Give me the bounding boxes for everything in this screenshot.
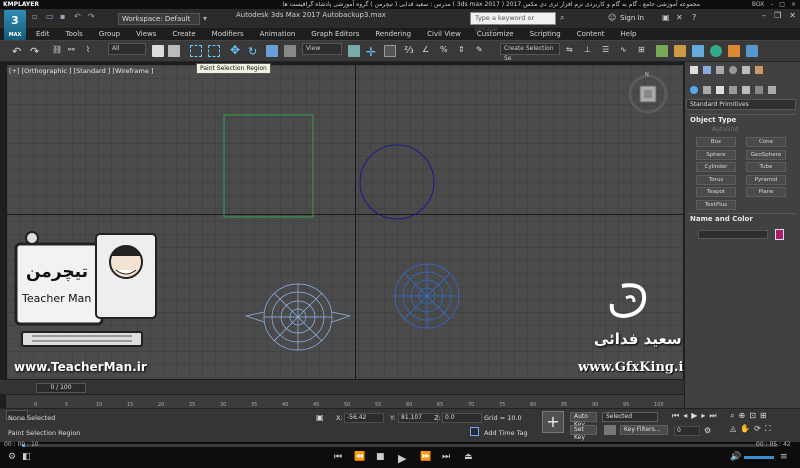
elapsed-time: 00 : 00 : 10	[4, 441, 39, 448]
gfxking-logo-art	[609, 283, 647, 319]
selected-dropdown[interactable]: Selected	[602, 412, 658, 422]
lights-icon[interactable]	[716, 86, 724, 94]
player-3d-icon[interactable]: ◧	[22, 452, 31, 462]
teacherman-brand: تیچرمن	[26, 262, 88, 282]
create-teapot-button[interactable]: Teapot	[696, 187, 736, 197]
time-config-icon[interactable]: ⚙	[704, 426, 711, 435]
geometry-icon[interactable]	[690, 86, 698, 94]
zoom-all-icon[interactable]: ⊕	[738, 411, 745, 421]
name-color-rollout[interactable]: Name and Color	[688, 213, 796, 223]
display-tab-icon[interactable]	[742, 66, 750, 74]
create-tab-icon[interactable]	[690, 66, 698, 74]
x-coord-field[interactable]: -56.42	[344, 413, 384, 423]
name-color-title: Name and Color	[690, 215, 753, 223]
create-sphere-button[interactable]: Sphere	[696, 149, 736, 160]
create-pyramid-button[interactable]: Pyramid	[746, 174, 786, 185]
create-cone-button[interactable]: Cone	[746, 137, 786, 147]
player-stop-icon[interactable]: ■	[376, 452, 385, 462]
viewcube	[628, 74, 668, 114]
player-play-icon[interactable]: ▶	[398, 452, 406, 465]
object-type-rollout[interactable]: Object Type	[688, 114, 796, 124]
play-icon[interactable]: ▶	[691, 411, 697, 421]
go-start-icon[interactable]: ⏮	[672, 411, 679, 421]
rectangle-object	[223, 114, 314, 218]
key-filters-button[interactable]: Key Filters...	[620, 425, 668, 435]
object-color-swatch[interactable]	[775, 229, 784, 240]
playback-controls: ⏮ ◂ ▶ ▸ ⏭	[672, 411, 717, 421]
zoom-extents-icon[interactable]: ⊡	[749, 411, 756, 421]
player-settings-icon[interactable]: ⚙	[8, 452, 16, 462]
teapot-object	[244, 283, 352, 351]
zoom-icon[interactable]: ⌕	[730, 411, 734, 421]
y-label: Y:	[390, 414, 396, 422]
modify-tab-icon[interactable]	[703, 66, 711, 74]
create-tube-button[interactable]: Tube	[746, 162, 786, 172]
fov-icon[interactable]: ◬	[730, 424, 736, 434]
motion-tab-icon[interactable]	[729, 66, 737, 74]
go-end-icon[interactable]: ⏭	[709, 411, 716, 421]
y-coord-field[interactable]: 81.107	[398, 413, 438, 423]
cameras-icon[interactable]	[729, 86, 737, 94]
time-slider-bar[interactable]	[0, 380, 684, 394]
prompt-line: Paint Selection Region	[8, 429, 81, 437]
zoom-extents-all-icon[interactable]: ⊞	[760, 411, 767, 421]
utilities-tab-icon[interactable]	[755, 66, 763, 74]
circle-object	[359, 144, 435, 220]
player-playlist-icon[interactable]: ≡	[780, 452, 788, 462]
orbit-icon[interactable]: ⟳	[754, 424, 761, 434]
media-progress-bar[interactable]	[22, 444, 778, 447]
time-slider[interactable]: 0 / 100	[36, 383, 86, 393]
shapes-icon[interactable]	[703, 86, 711, 94]
create-geosphere-button[interactable]: GeoSphere	[746, 149, 786, 160]
viewport-nav-controls-2: ◬ ✋ ⟳ ⛶	[730, 424, 770, 434]
create-box-button[interactable]: Box	[696, 137, 736, 147]
x-label: X:	[336, 414, 343, 422]
time-tag-icon[interactable]	[470, 427, 479, 436]
player-volume-icon[interactable]: 🔊	[730, 452, 741, 462]
create-torus-button[interactable]: Torus	[696, 174, 736, 185]
isolate-selection-icon[interactable]: ▣	[316, 413, 324, 422]
grid-size: Grid = 10.0	[484, 414, 522, 422]
player-forward-icon[interactable]: ⏩	[420, 452, 431, 462]
viewport-nav-controls: ⌕ ⊕ ⊡ ⊞	[730, 411, 767, 421]
selection-status: None Selected	[8, 414, 56, 422]
command-panel-tabs	[686, 64, 798, 76]
create-subtabs	[686, 84, 798, 96]
player-eject-icon[interactable]: ⏏	[464, 452, 473, 462]
gfxking-url: www.GfxKing.ir	[578, 360, 691, 375]
object-type-title: Object Type	[690, 116, 737, 124]
total-time: 00 : 05 : 42	[756, 441, 791, 448]
next-frame-icon[interactable]: ▸	[701, 411, 705, 421]
viewcube-compass-icon[interactable]: N	[645, 72, 649, 78]
key-icon[interactable]	[604, 425, 616, 435]
object-name-field[interactable]	[698, 230, 768, 239]
z-coord-field[interactable]: 0.0	[442, 413, 482, 423]
autogrid-checkbox[interactable]: AutoGrid	[712, 126, 739, 133]
prev-frame-icon[interactable]: ◂	[683, 411, 687, 421]
helpers-icon[interactable]	[742, 86, 750, 94]
player-volume-slider[interactable]	[744, 456, 774, 459]
player-rewind-icon[interactable]: ⏪	[354, 452, 365, 462]
player-next-icon[interactable]: ⏭	[442, 452, 450, 462]
maximize-viewport-icon[interactable]: ⛶	[765, 424, 771, 434]
create-textplus-button[interactable]: TextPlus	[696, 199, 736, 210]
create-plane-button[interactable]: Plane	[746, 187, 786, 197]
hierarchy-tab-icon[interactable]	[716, 66, 724, 74]
current-frame-field[interactable]: 0	[674, 426, 700, 436]
create-cylinder-button[interactable]: Cylinder	[696, 162, 736, 172]
teacherman-url: www.TeacherMan.ir	[14, 360, 147, 374]
player-prev-icon[interactable]: ⏮	[334, 452, 342, 462]
sphere-object	[394, 263, 460, 329]
systems-icon[interactable]	[768, 86, 776, 94]
set-key-button[interactable]: Set Key	[570, 425, 597, 441]
spacewarps-icon[interactable]	[755, 86, 763, 94]
z-label: Z:	[434, 414, 441, 422]
instructor-name: سعید فدائی	[594, 330, 682, 348]
primitive-category-dropdown[interactable]: Standard Primitives	[686, 99, 796, 110]
add-time-tag[interactable]: Add Time Tag	[484, 429, 528, 437]
teacherman-name: Teacher Man	[22, 292, 92, 305]
set-key-big-icon[interactable]: +	[542, 411, 564, 433]
auto-key-button[interactable]: Auto Key	[570, 412, 597, 428]
pan-icon[interactable]: ✋	[740, 424, 750, 434]
